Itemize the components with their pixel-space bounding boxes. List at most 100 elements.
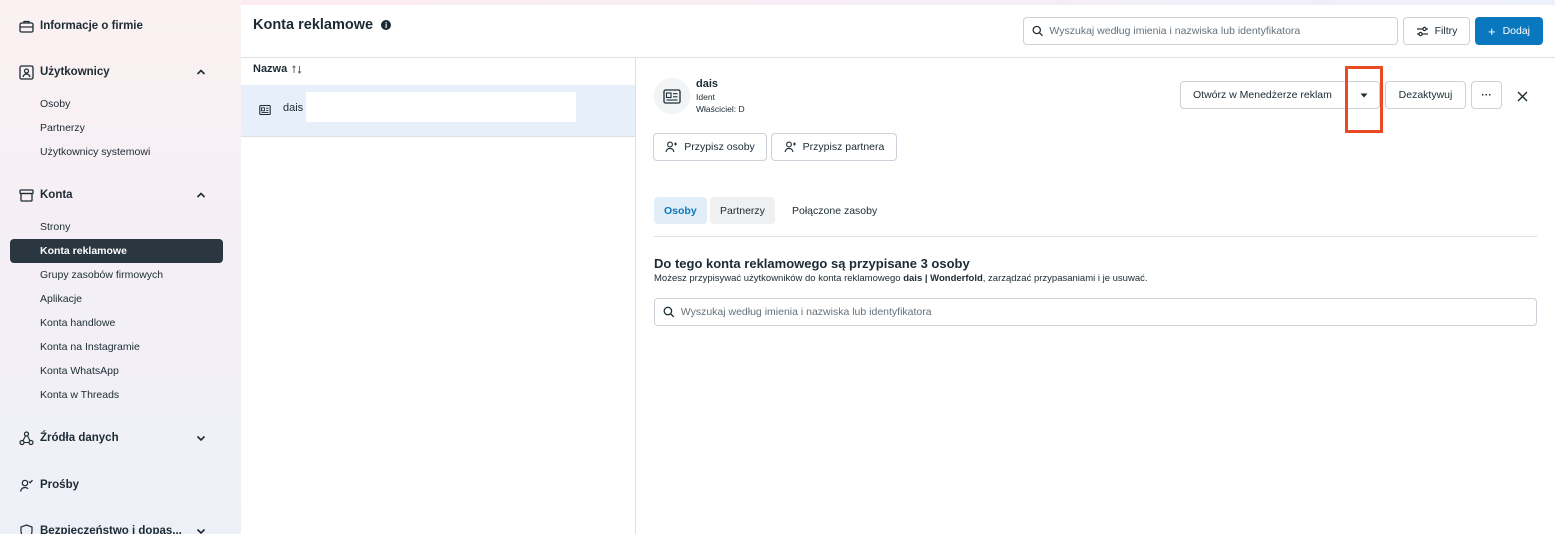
column-header-label: Nazwa [253,63,288,75]
detail-account-name: dais [696,78,719,90]
assign-people-button[interactable]: Przypisz osoby [653,133,767,161]
sidebar-item-label: Osoby [40,98,71,110]
nav-requests[interactable]: Prośby [18,474,218,496]
plus-icon: + [1487,23,1496,39]
ad-account-icon [259,104,271,116]
close-panel-button[interactable] [1512,86,1532,106]
table-row[interactable]: dais [241,85,635,136]
add-button[interactable]: + Dodaj [1475,17,1543,45]
filters-button[interactable]: Filtry [1403,17,1470,45]
nav-users[interactable]: Użytkownicy [18,61,218,83]
nav-security[interactable]: Bezpieczeństwo i dopas... [18,520,218,534]
people-section-title: Do tego konta reklamowego są przypisane … [654,256,970,271]
sidebar-item-system-users[interactable]: Użytkownicy systemowi [10,140,223,164]
column-header-name[interactable]: Nazwa [253,63,303,75]
archive-box-icon [18,187,34,203]
sidebar: Informacje o firmie Użytkownicy Osoby Pa… [0,0,241,534]
more-options-button[interactable]: ··· [1471,81,1502,109]
sidebar-item-label: Aplikacje [40,293,83,305]
nav-company-info[interactable]: Informacje o firmie [18,15,218,37]
sidebar-item-commerce-accounts[interactable]: Konta handlowe [10,311,223,335]
sidebar-item-whatsapp-accounts[interactable]: Konta WhatsApp [10,359,223,383]
open-in-ads-manager-label: Otwórz w Menedżerze reklam [1193,89,1332,101]
deactivate-label: Dezaktywuj [1398,89,1453,101]
sidebar-item-label: Konta handlowe [40,317,116,329]
chevron-down-icon[interactable] [194,524,208,534]
add-label: Dodaj [1502,25,1531,37]
people-search-input[interactable] [680,306,1536,318]
assign-partner-label: Przypisz partnera [802,141,885,153]
chevron-up-icon[interactable] [194,65,208,79]
filters-label: Filtry [1434,25,1458,37]
sidebar-item-label: Grupy zasobów firmowych [40,269,164,281]
sidebar-item-label: Konta w Threads [40,389,120,401]
sidebar-item-instagram-accounts[interactable]: Konta na Instagramie [10,335,223,359]
assign-partner-button[interactable]: Przypisz partnera [771,133,897,161]
nav-accounts-label: Konta [40,189,73,201]
top-accent-bar [241,0,1555,5]
sidebar-item-people[interactable]: Osoby [10,92,223,116]
people-section-description: Możesz przypisywać użytkowników do konta… [654,273,1148,284]
data-sources-icon [18,430,34,446]
search-icon [663,306,675,318]
search-icon [1032,25,1043,37]
search-input-container[interactable] [1023,17,1398,45]
sidebar-item-label: Partnerzy [40,122,85,134]
sort-icon [292,64,302,74]
tabs-divider [654,236,1537,237]
ads-manager-dropdown-button[interactable] [1348,82,1379,108]
person-add-icon [665,141,678,153]
desc-prefix: Możesz przypisywać użytkowników do konta… [654,273,904,284]
person-check-icon [18,477,34,493]
header-divider [241,57,1555,58]
tab-label: Partnerzy [720,204,765,217]
search-input[interactable] [1049,25,1397,37]
sidebar-item-apps[interactable]: Aplikacje [10,287,223,311]
nav-company-info-label: Informacje o firmie [40,20,143,32]
row-name: dais [283,102,304,114]
chevron-up-icon[interactable] [194,188,208,202]
shield-icon [18,523,34,534]
sliders-icon [1416,26,1428,36]
sidebar-item-label: Użytkownicy systemowi [40,146,151,158]
ad-account-avatar [654,78,690,114]
sidebar-item-pages[interactable]: Strony [10,215,223,239]
sidebar-item-ad-accounts[interactable]: Konta reklamowe [10,239,223,263]
sidebar-item-label: Konta WhatsApp [40,365,119,377]
detail-account-owner: Właściciel: D [696,104,745,114]
info-icon[interactable]: i [381,20,392,30]
nav-data-sources[interactable]: Źródła danych [18,427,218,449]
deactivate-button[interactable]: Dezaktywuj [1385,81,1466,109]
users-card-icon [18,64,34,80]
sidebar-item-business-asset-groups[interactable]: Grupy zasobów firmowych [10,263,223,287]
page-title-text: Konta reklamowe [253,17,374,33]
sidebar-item-partners[interactable]: Partnerzy [10,116,223,140]
sidebar-item-threads-accounts[interactable]: Konta w Threads [10,383,223,407]
tab-people[interactable]: Osoby [654,197,707,224]
briefcase-icon [18,18,34,34]
page-title: Konta reklamowe i [253,17,392,33]
ad-account-icon [663,88,681,104]
sidebar-item-label: Konta na Instagramie [40,341,140,353]
sidebar-item-label: Strony [40,221,71,233]
nav-accounts[interactable]: Konta [18,184,218,206]
redacted-area [306,92,576,122]
caret-down-icon [1360,93,1367,97]
tab-label: Połączone zasoby [792,204,878,217]
list-row-divider [241,136,635,137]
more-icon: ··· [1481,89,1492,101]
nav-users-label: Użytkownicy [40,66,110,78]
close-icon [1517,91,1527,101]
nav-security-label: Bezpieczeństwo i dopas... [40,525,182,534]
tab-label: Osoby [664,204,697,217]
desc-account-name: dais | Wonderfold [903,273,983,284]
person-add-icon [784,141,796,153]
tab-connected-assets[interactable]: Połączone zasoby [782,197,887,224]
tab-partners[interactable]: Partnerzy [710,197,775,224]
nav-requests-label: Prośby [40,479,79,491]
chevron-down-icon[interactable] [194,431,208,445]
nav-data-sources-label: Źródła danych [40,432,119,444]
panel-divider [635,57,636,534]
assign-people-label: Przypisz osoby [684,141,755,153]
people-search-container[interactable] [654,298,1537,326]
